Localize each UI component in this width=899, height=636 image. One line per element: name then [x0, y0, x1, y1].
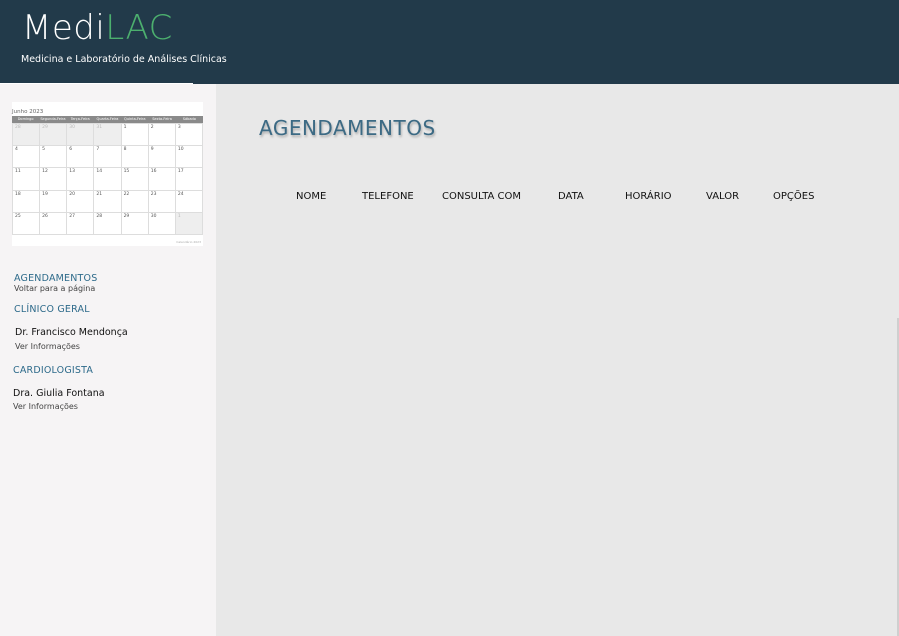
doctor-name-giulia: Dra. Giulia Fontana	[13, 388, 105, 399]
calendar-weekday: Quinta-Feira	[124, 117, 146, 121]
doctor-name-francisco: Dr. Francisco Mendonça	[15, 327, 128, 338]
calendar-day: 30	[67, 124, 95, 147]
calendar-weekday: Domingo	[17, 117, 34, 121]
calendar-weekday-header: Domingo Segunda-Feira Terça-Feira Quarta…	[12, 116, 203, 123]
app-header: MediLAC Medicina e Laboratório de Anális…	[0, 0, 899, 84]
calendar-day: 28	[94, 212, 122, 235]
calendar-day: 26	[40, 212, 68, 235]
calendar-day: 5	[40, 146, 68, 169]
calendar-day: 12	[40, 168, 68, 191]
calendar-day: 29	[40, 124, 68, 147]
calendar-weekday: Sexta-Feira	[152, 117, 172, 121]
column-header-nome: NOME	[296, 191, 327, 202]
back-to-page-link[interactable]: Voltar para a página	[14, 284, 95, 293]
calendar-day: 11	[13, 168, 41, 191]
calendar-day: 21	[94, 190, 122, 213]
calendar-day: 30	[148, 212, 176, 235]
calendar-day: 17	[175, 168, 203, 191]
logo-medi-text: Medi	[22, 8, 106, 48]
calendar-day: 20	[67, 190, 95, 213]
page-title: AGENDAMENTOS	[259, 116, 436, 140]
calendar-day: 18	[13, 190, 41, 213]
calendar-day: 1	[175, 212, 203, 235]
calendar-day: 10	[175, 146, 203, 169]
logo-subtitle: Medicina e Laboratório de Análises Clíni…	[21, 54, 227, 65]
calendar-day: 7	[94, 146, 122, 169]
calendar-day: 8	[121, 146, 149, 169]
column-header-valor: VALOR	[706, 191, 740, 202]
logo[interactable]: MediLAC	[22, 8, 173, 48]
calendar-day: 16	[148, 168, 176, 191]
calendar-day: 24	[175, 190, 203, 213]
calendar-day: 31	[94, 124, 122, 147]
calendar-day: 9	[148, 146, 176, 169]
calendar-image: Junho 2023 Domingo Segunda-Feira Terça-F…	[12, 102, 203, 246]
sidebar: Junho 2023 Domingo Segunda-Feira Terça-F…	[0, 84, 216, 636]
column-header-opcoes: OPÇÕES	[773, 191, 815, 202]
calendar-day: 6	[67, 146, 95, 169]
calendar-day: 15	[121, 168, 149, 191]
column-header-telefone: TELEFONE	[362, 191, 414, 202]
calendar-footer: Calendário 2023	[176, 240, 201, 244]
sidebar-heading-cardiologista: CARDIOLOGISTA	[13, 365, 94, 376]
calendar-weekday: Quarta-Feira	[96, 117, 119, 121]
calendar-day: 4	[13, 146, 41, 169]
calendar-day: 28	[13, 124, 41, 147]
main-content	[216, 84, 899, 636]
sidebar-heading-agendamentos[interactable]: AGENDAMENTOS	[14, 273, 97, 284]
calendar-grid: 28 29 30 31 1 2 3 4 5 6 7 8 9 10 11 12 1…	[12, 123, 203, 235]
sidebar-heading-clinico-geral: CLÍNICO GERAL	[14, 304, 90, 315]
calendar-day: 2	[148, 124, 176, 147]
calendar-day: 19	[40, 190, 68, 213]
doctor-info-link-francisco[interactable]: Ver Informações	[15, 342, 80, 351]
calendar-day: 27	[67, 212, 95, 235]
calendar-day: 13	[67, 168, 95, 191]
calendar-day: 29	[121, 212, 149, 235]
calendar-title: Junho 2023	[12, 109, 44, 115]
column-header-horario: HORÁRIO	[625, 191, 672, 202]
column-header-data: DATA	[558, 191, 584, 202]
calendar-day: 3	[175, 124, 203, 147]
calendar-weekday: Terça-Feira	[70, 117, 90, 121]
calendar-weekday: Segunda-Feira	[40, 117, 66, 121]
column-header-consulta-com: CONSULTA COM	[442, 191, 522, 202]
calendar-day: 1	[121, 124, 149, 147]
calendar-day: 23	[148, 190, 176, 213]
logo-lac-text: LAC	[105, 8, 173, 48]
doctor-info-link-giulia[interactable]: Ver Informações	[13, 402, 78, 411]
calendar-weekday: Sábado	[182, 117, 196, 121]
calendar-day: 22	[121, 190, 149, 213]
calendar-day: 25	[13, 212, 41, 235]
calendar-day: 14	[94, 168, 122, 191]
